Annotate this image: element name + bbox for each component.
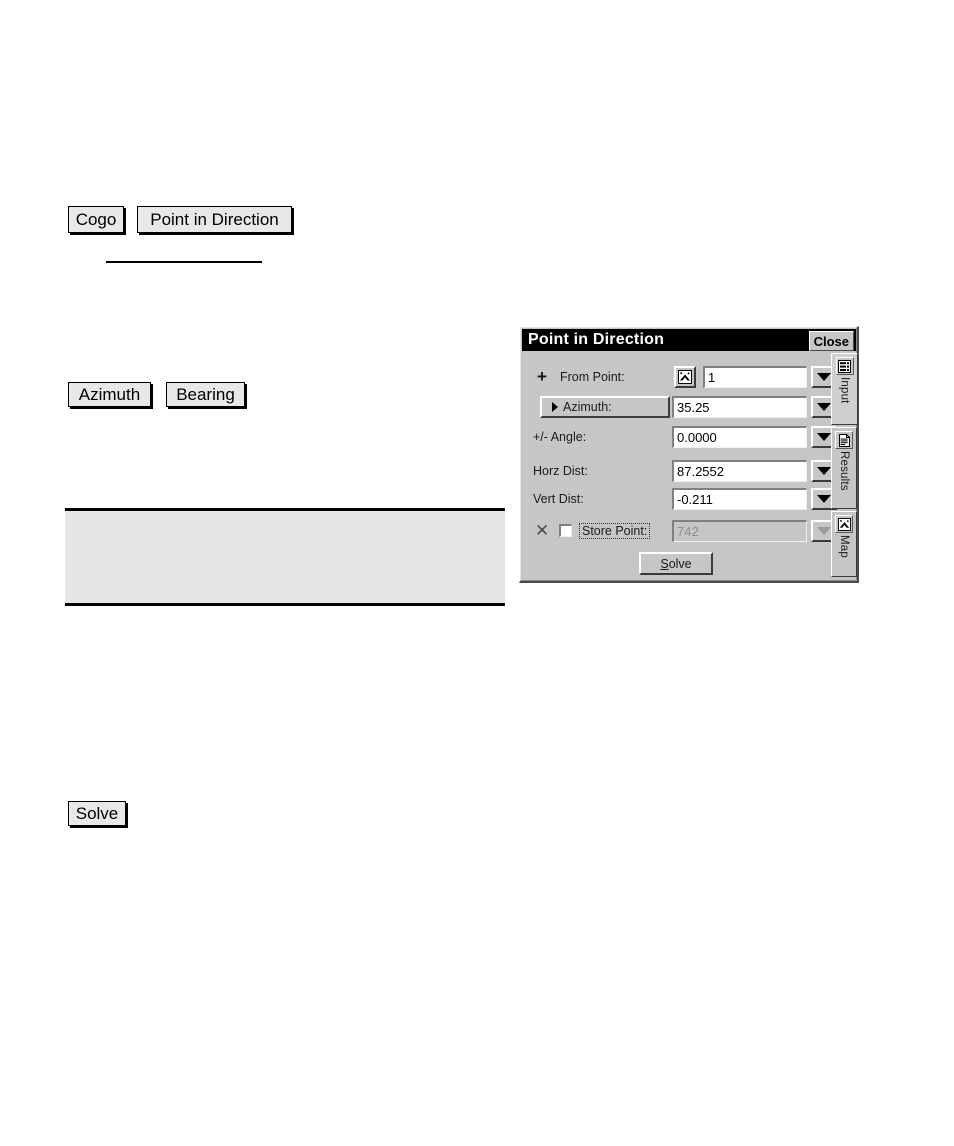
- row-horz-dist: Horz Dist: 87.2552: [523, 459, 837, 485]
- dialog-solve-rest: olve: [668, 556, 692, 571]
- row-store-point: ✕ Store Point: 742: [523, 519, 837, 545]
- dialog-titlebar: Point in Direction Close: [522, 329, 856, 351]
- azimuth-button[interactable]: Azimuth: [68, 382, 151, 407]
- vert-dist-input[interactable]: -0.211: [672, 488, 807, 510]
- azimuth-value: 35.25: [677, 400, 710, 415]
- horz-dist-label: Horz Dist:: [533, 464, 588, 478]
- cogo-button[interactable]: Cogo: [68, 206, 124, 233]
- dialog-client-area: + From Point: 1 Azimuth: 35.25 +/- Angle…: [523, 353, 837, 579]
- angle-label: +/- Angle:: [533, 430, 587, 444]
- tab-results-label: Results: [838, 451, 850, 491]
- chevron-down-icon: [817, 467, 831, 475]
- close-button[interactable]: Close: [808, 331, 854, 351]
- solve-doc-button-label: Solve: [75, 803, 119, 823]
- solve-doc-button[interactable]: Solve: [68, 801, 126, 826]
- point-in-direction-dialog: Point in Direction Close + From Point: 1: [519, 326, 859, 583]
- note-box: [65, 508, 505, 606]
- form-icon-wrapper: [835, 357, 854, 375]
- close-button-label: Close: [813, 333, 849, 349]
- from-point-value: 1: [708, 370, 716, 385]
- azimuth-button-label: Azimuth: [78, 384, 141, 404]
- document-icon-wrapper: [835, 431, 853, 449]
- point-in-direction-button[interactable]: Point in Direction: [137, 206, 292, 233]
- angle-value: 0.0000: [677, 430, 717, 445]
- point-in-direction-button-label: Point in Direction: [150, 209, 279, 229]
- horz-dist-value: 87.2552: [677, 464, 724, 479]
- plus-icon: +: [537, 367, 547, 386]
- angle-input[interactable]: 0.0000: [672, 426, 807, 448]
- tab-input[interactable]: Input: [831, 353, 858, 425]
- chevron-down-icon: [817, 433, 831, 441]
- map-pick-icon-button[interactable]: [674, 366, 696, 388]
- chevron-down-icon: [817, 527, 831, 535]
- map-icon-wrapper: [835, 515, 853, 533]
- horz-dist-input[interactable]: 87.2552: [672, 460, 807, 482]
- store-point-input[interactable]: 742: [672, 520, 807, 542]
- tab-map-label: Map: [838, 535, 850, 558]
- row-angle: +/- Angle: 0.0000: [523, 425, 837, 451]
- cogo-button-label: Cogo: [75, 209, 117, 229]
- dialog-solve-label: Solve: [660, 557, 691, 571]
- from-point-input[interactable]: 1: [703, 366, 807, 388]
- tab-input-label: Input: [838, 377, 851, 404]
- row-from-point: + From Point: 1: [523, 365, 837, 391]
- chevron-down-icon: [817, 495, 831, 503]
- dialog-tabstrip: Input Results Map: [831, 353, 858, 579]
- azimuth-mode-button[interactable]: Azimuth:: [540, 396, 670, 418]
- delete-x-icon[interactable]: ✕: [535, 522, 549, 539]
- from-point-label: From Point:: [560, 370, 625, 384]
- chevron-down-icon: [817, 373, 831, 381]
- map-pick-icon: [678, 370, 692, 384]
- azimuth-input[interactable]: 35.25: [672, 396, 807, 418]
- document-icon: [838, 433, 850, 447]
- dialog-solve-button[interactable]: Solve: [639, 552, 713, 575]
- chevron-down-icon: [817, 403, 831, 411]
- azimuth-mode-label: Azimuth:: [563, 400, 612, 414]
- map-icon: [837, 517, 851, 531]
- tab-map[interactable]: Map: [831, 511, 857, 577]
- vert-dist-value: -0.211: [677, 492, 713, 507]
- triangle-right-icon: [552, 402, 558, 412]
- bearing-button-label: Bearing: [176, 384, 235, 404]
- vert-dist-label: Vert Dist:: [533, 492, 584, 506]
- dialog-solve-accel: S: [660, 556, 669, 571]
- store-point-label: Store Point:: [579, 523, 651, 539]
- dialog-title: Point in Direction: [528, 331, 665, 348]
- form-icon: [838, 359, 851, 373]
- store-point-value: 742: [677, 524, 699, 539]
- section-rule: [106, 261, 262, 263]
- bearing-button[interactable]: Bearing: [166, 382, 245, 407]
- row-vert-dist: Vert Dist: -0.211: [523, 487, 837, 513]
- tab-results[interactable]: Results: [831, 427, 857, 509]
- store-point-checkbox[interactable]: [559, 524, 572, 537]
- row-azimuth: Azimuth: 35.25: [523, 395, 837, 421]
